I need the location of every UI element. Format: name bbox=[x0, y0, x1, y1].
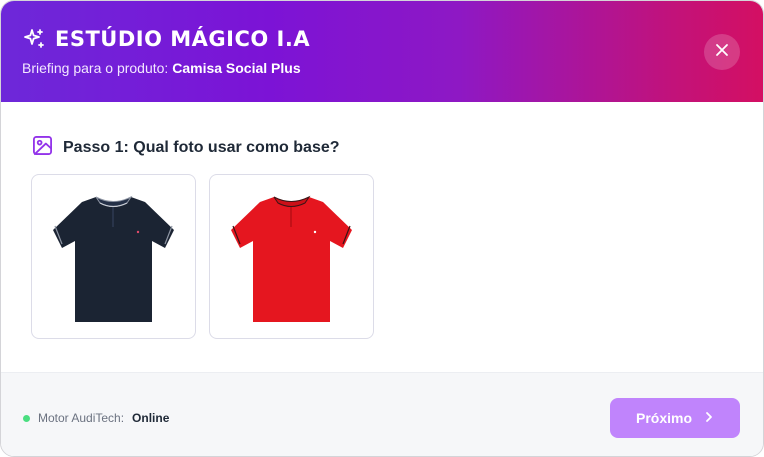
step-heading: Passo 1: Qual foto usar como base? bbox=[32, 135, 340, 161]
status-label: Motor AudiTech: bbox=[38, 411, 125, 425]
next-button-label: Próximo bbox=[635, 410, 692, 426]
navy-polo-shirt-image bbox=[53, 195, 174, 322]
image-icon bbox=[32, 135, 53, 161]
modal-subtitle: Briefing para o produto: Camisa Social P… bbox=[22, 60, 301, 76]
modal-footer: Motor AudiTech: Online Próximo bbox=[1, 372, 763, 456]
chevron-right-icon bbox=[704, 410, 714, 426]
studio-modal: ESTÚDIO MÁGICO I.A Briefing para o produ… bbox=[0, 0, 764, 457]
sparkles-icon bbox=[22, 27, 46, 51]
subtitle-prefix: Briefing para o produto: bbox=[22, 60, 169, 76]
red-polo-shirt-image bbox=[231, 195, 352, 322]
status-dot bbox=[23, 414, 30, 422]
modal-title: ESTÚDIO MÁGICO I.A bbox=[55, 27, 311, 51]
photo-option-navy[interactable] bbox=[31, 174, 196, 339]
modal-header: ESTÚDIO MÁGICO I.A Briefing para o produ… bbox=[1, 1, 763, 102]
photo-option-red[interactable] bbox=[209, 174, 374, 339]
close-icon bbox=[715, 43, 729, 62]
engine-status: Motor AudiTech: Online bbox=[23, 411, 169, 425]
product-name: Camisa Social Plus bbox=[172, 60, 301, 76]
next-button[interactable]: Próximo bbox=[610, 398, 740, 438]
status-value: Online bbox=[132, 411, 170, 425]
title-row: ESTÚDIO MÁGICO I.A bbox=[22, 27, 310, 51]
close-button[interactable] bbox=[704, 34, 740, 70]
step-title: Passo 1: Qual foto usar como base? bbox=[63, 139, 340, 156]
